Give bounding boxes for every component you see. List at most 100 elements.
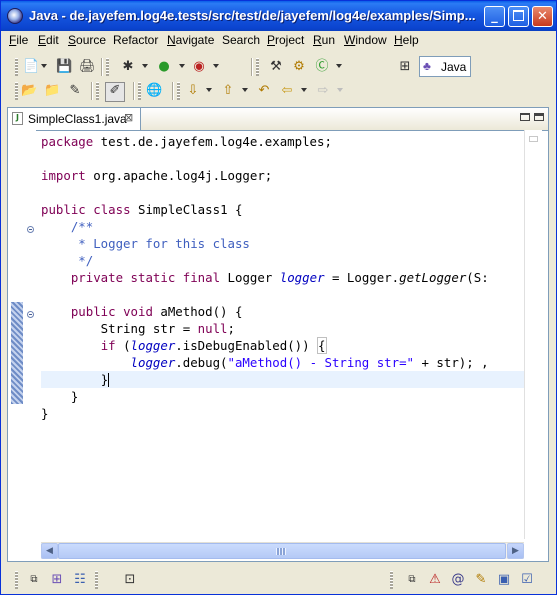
chevron-left-icon: ◀ bbox=[46, 546, 53, 556]
debug-icon[interactable]: ✱ bbox=[120, 59, 136, 75]
previous-annotation-dropdown-arrow-icon[interactable] bbox=[242, 88, 248, 92]
new-java-project-icon[interactable]: ⚒ bbox=[268, 59, 284, 75]
toolbar-grip[interactable] bbox=[106, 58, 109, 76]
keyword: static bbox=[130, 270, 176, 285]
scrollbar-thumb-grip[interactable] bbox=[276, 548, 286, 555]
maximize-button[interactable] bbox=[508, 6, 529, 27]
package-explorer-icon[interactable]: ⊞ bbox=[49, 572, 65, 588]
toolbar-grip[interactable] bbox=[390, 571, 393, 589]
toggle-mark-occurrences-icon[interactable]: ✐ bbox=[105, 82, 125, 102]
menu-search[interactable]: Search bbox=[222, 33, 260, 47]
toolbar-grip[interactable] bbox=[138, 82, 141, 100]
search-icon[interactable]: ✎ bbox=[67, 83, 83, 99]
code-comment: * Logger for this class bbox=[41, 236, 250, 251]
code-line: private static final Logger logger = Log… bbox=[41, 269, 489, 286]
last-edit-location-icon[interactable]: ↶ bbox=[256, 83, 272, 99]
external-tools-dropdown-arrow-icon[interactable] bbox=[213, 64, 219, 68]
close-button[interactable]: ✕ bbox=[532, 6, 553, 27]
keyword: package bbox=[41, 134, 94, 149]
toolbar-grip[interactable] bbox=[95, 571, 98, 589]
close-tab-icon[interactable]: ⊠ bbox=[124, 111, 133, 124]
new-java-class-icon[interactable]: Ⓒ bbox=[314, 59, 330, 75]
menu-file[interactable]: File bbox=[9, 33, 28, 47]
menu-run[interactable]: Run bbox=[313, 33, 335, 47]
code-line: logger.debug("aMethod() - String str=" +… bbox=[41, 354, 489, 371]
print-icon[interactable]: 🖨 bbox=[79, 59, 96, 75]
minimize-editor-icon[interactable] bbox=[520, 113, 530, 121]
matching-bracket-highlight: { bbox=[317, 337, 327, 354]
code-text: aMethod() { bbox=[152, 304, 243, 319]
toolbar-separator bbox=[133, 82, 135, 100]
forward-dropdown-arrow-icon[interactable] bbox=[337, 88, 343, 92]
code-text: } bbox=[100, 372, 109, 387]
new-dropdown-arrow-icon[interactable] bbox=[41, 64, 47, 68]
console-icon[interactable]: ▣ bbox=[496, 572, 512, 588]
javadoc-icon[interactable]: @ bbox=[450, 572, 466, 588]
close-icon: ✕ bbox=[537, 9, 548, 24]
problems-icon[interactable]: ⚠ bbox=[427, 572, 443, 588]
toolbar-grip[interactable] bbox=[177, 82, 180, 100]
toolbar-grip[interactable] bbox=[15, 571, 18, 589]
menu-source[interactable]: Source bbox=[68, 33, 106, 47]
code-text-area[interactable]: package test.de.jayefem.log4e.examples; … bbox=[41, 130, 524, 539]
tasks-icon[interactable]: ☑ bbox=[519, 572, 535, 588]
run-icon[interactable]: ● bbox=[156, 59, 172, 75]
debug-dropdown-arrow-icon[interactable] bbox=[142, 64, 148, 68]
scroll-right-button[interactable]: ▶ bbox=[507, 543, 524, 559]
declaration-icon[interactable]: ✎ bbox=[473, 572, 489, 588]
fold-collapse-icon[interactable] bbox=[27, 226, 34, 233]
scroll-left-button[interactable]: ◀ bbox=[41, 543, 58, 559]
open-resource-icon[interactable]: 📁 bbox=[44, 83, 60, 99]
fast-view-icon[interactable]: ⊡ bbox=[122, 572, 138, 588]
menu-window[interactable]: Window bbox=[344, 33, 387, 47]
toolbar-grip[interactable] bbox=[96, 82, 99, 100]
menu-edit-mnemonic: E bbox=[38, 33, 47, 47]
static-method-name: getLogger bbox=[399, 270, 467, 285]
open-type-icon[interactable]: 📂 bbox=[21, 83, 37, 99]
eclipse-logo-icon[interactable] bbox=[7, 8, 23, 24]
overview-ruler[interactable] bbox=[524, 130, 542, 539]
toolbar-grip[interactable] bbox=[256, 58, 259, 76]
save-icon[interactable]: 💾 bbox=[56, 59, 72, 75]
web-browser-icon[interactable]: 🌐 bbox=[146, 83, 162, 99]
external-tools-icon[interactable]: ◉ bbox=[191, 59, 207, 75]
toolbar-grip[interactable] bbox=[15, 82, 18, 100]
hierarchy-icon[interactable]: ☷ bbox=[72, 572, 88, 588]
window-title: Java - de.jayefem.log4e.tests/src/test/d… bbox=[29, 8, 476, 23]
run-dropdown-arrow-icon[interactable] bbox=[179, 64, 185, 68]
next-annotation-icon[interactable]: ⇩ bbox=[185, 83, 201, 99]
toolbar-grip[interactable] bbox=[15, 58, 18, 76]
overview-ruler-indicator-icon[interactable] bbox=[529, 136, 538, 142]
minimize-button[interactable]: _ bbox=[484, 6, 505, 27]
title-bar[interactable]: Java - de.jayefem.log4e.tests/src/test/d… bbox=[1, 1, 556, 31]
restore-view-icon[interactable]: ⧉ bbox=[26, 572, 42, 588]
scrollbar-thumb[interactable] bbox=[58, 543, 506, 559]
menu-project[interactable]: Project bbox=[267, 33, 304, 47]
horizontal-scrollbar[interactable]: ◀ ▶ bbox=[41, 542, 524, 559]
forward-icon[interactable]: ⇨ bbox=[315, 83, 331, 99]
menu-refactor[interactable]: Refactor bbox=[113, 33, 158, 47]
new-class-dropdown-arrow-icon[interactable] bbox=[336, 64, 342, 68]
fold-collapse-icon[interactable] bbox=[27, 311, 34, 318]
back-dropdown-arrow-icon[interactable] bbox=[301, 88, 307, 92]
previous-annotation-icon[interactable]: ⇧ bbox=[220, 83, 236, 99]
open-perspective-icon[interactable]: ⊞ bbox=[397, 59, 413, 75]
editor-tab-simpleclass1[interactable]: J SimpleClass1.java ⊠ bbox=[8, 108, 141, 130]
quick-diff-change-marker[interactable] bbox=[11, 302, 23, 404]
menu-edit[interactable]: Edit bbox=[38, 33, 59, 47]
menu-search-label: Search bbox=[222, 33, 261, 47]
menu-navigate[interactable]: Navigate bbox=[167, 33, 214, 47]
restore-view-icon[interactable]: ⧉ bbox=[404, 572, 420, 588]
minimize-icon: _ bbox=[491, 9, 498, 24]
java-perspective-button[interactable]: ♣ Java bbox=[419, 56, 471, 77]
keyword: if bbox=[100, 338, 116, 353]
back-icon[interactable]: ⇦ bbox=[279, 83, 295, 99]
new-java-package-icon[interactable]: ⚙ bbox=[291, 59, 307, 75]
toolbar-separator bbox=[101, 58, 103, 76]
code-line: if (logger.isDebugEnabled()) { bbox=[41, 337, 327, 354]
menu-help[interactable]: Help bbox=[394, 33, 419, 47]
new-icon[interactable]: 📄 bbox=[23, 59, 39, 75]
maximize-editor-icon[interactable] bbox=[534, 113, 544, 121]
next-annotation-dropdown-arrow-icon[interactable] bbox=[206, 88, 212, 92]
code-line: package test.de.jayefem.log4e.examples; bbox=[41, 133, 332, 150]
